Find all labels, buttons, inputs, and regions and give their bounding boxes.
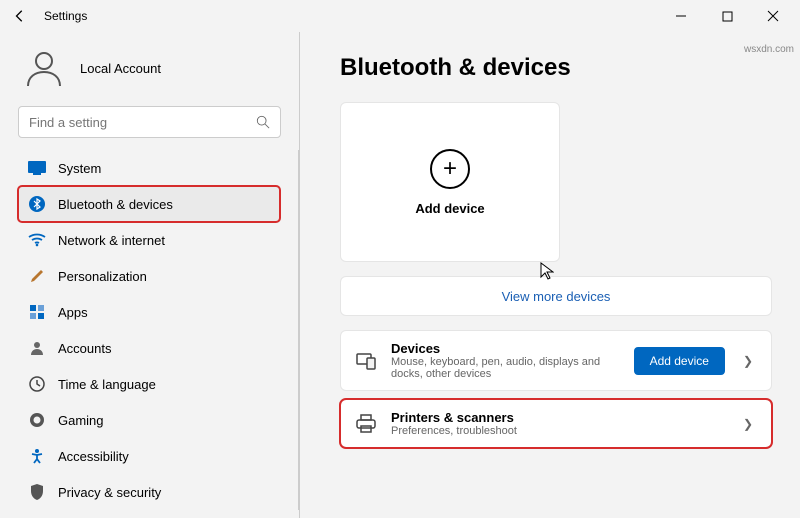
search-icon	[256, 115, 270, 129]
printers-subtitle: Preferences, troubleshoot	[391, 425, 725, 437]
search-input[interactable]	[29, 115, 256, 130]
page-title: Bluetooth & devices	[340, 54, 772, 82]
nav-label: Time & language	[58, 377, 156, 392]
view-more-label: View more devices	[502, 289, 611, 304]
apps-icon	[28, 303, 46, 321]
back-button[interactable]	[4, 0, 36, 32]
nav-apps[interactable]: Apps	[18, 294, 280, 330]
arrow-left-icon	[13, 9, 27, 23]
devices-icon	[355, 350, 377, 372]
watermark: wsxdn.com	[744, 44, 794, 55]
wifi-icon	[28, 231, 46, 249]
printers-scanners-row[interactable]: Printers & scanners Preferences, trouble…	[340, 399, 772, 448]
nav-label: Network & internet	[58, 233, 165, 248]
nav-personalization[interactable]: Personalization	[18, 258, 280, 294]
window-title: Settings	[44, 9, 87, 23]
nav-accounts[interactable]: Accounts	[18, 330, 280, 366]
printer-icon	[355, 413, 377, 435]
add-device-label: Add device	[415, 201, 484, 216]
nav-bluetooth-devices[interactable]: Bluetooth & devices	[18, 186, 280, 222]
devices-subtitle: Mouse, keyboard, pen, audio, displays an…	[391, 356, 620, 380]
nav-label: Personalization	[58, 269, 147, 284]
nav-label: Accessibility	[58, 449, 129, 464]
nav-network[interactable]: Network & internet	[18, 222, 280, 258]
nav-accessibility[interactable]: Accessibility	[18, 438, 280, 474]
sidebar: Local Account System Bluetooth & devices…	[0, 32, 300, 518]
nav-privacy[interactable]: Privacy & security	[18, 474, 280, 510]
minimize-button[interactable]	[658, 0, 704, 32]
devices-title: Devices	[391, 341, 620, 356]
nav-label: Gaming	[58, 413, 104, 428]
cursor-icon	[540, 262, 554, 285]
chevron-right-icon: ❯	[739, 354, 757, 368]
gaming-icon	[28, 411, 46, 429]
account-name: Local Account	[80, 61, 161, 76]
nav-gaming[interactable]: Gaming	[18, 402, 280, 438]
maximize-button[interactable]	[704, 0, 750, 32]
account-block[interactable]: Local Account	[22, 46, 281, 90]
nav-label: Accounts	[58, 341, 111, 356]
clock-icon	[28, 375, 46, 393]
printers-title: Printers & scanners	[391, 410, 725, 425]
view-more-devices-button[interactable]: View more devices	[340, 276, 772, 316]
maximize-icon	[722, 11, 733, 22]
nav-label: Privacy & security	[58, 485, 161, 500]
search-box[interactable]	[18, 106, 281, 138]
bluetooth-icon	[28, 195, 46, 213]
nav-label: System	[58, 161, 101, 176]
avatar-icon	[22, 46, 66, 90]
devices-row[interactable]: Devices Mouse, keyboard, pen, audio, dis…	[340, 330, 772, 391]
add-device-tile[interactable]: + Add device	[340, 102, 560, 262]
add-device-button[interactable]: Add device	[634, 347, 725, 375]
nav-time-language[interactable]: Time & language	[18, 366, 280, 402]
system-icon	[28, 159, 46, 177]
nav-label: Apps	[58, 305, 88, 320]
close-button[interactable]	[750, 0, 796, 32]
nav-system[interactable]: System	[18, 150, 280, 186]
close-icon	[767, 10, 779, 22]
chevron-right-icon: ❯	[739, 417, 757, 431]
shield-icon	[28, 483, 46, 501]
plus-icon: +	[430, 149, 470, 189]
person-icon	[28, 339, 46, 357]
minimize-icon	[675, 10, 687, 22]
brush-icon	[28, 267, 46, 285]
titlebar: Settings	[0, 0, 800, 32]
accessibility-icon	[28, 447, 46, 465]
nav-label: Bluetooth & devices	[58, 197, 173, 212]
